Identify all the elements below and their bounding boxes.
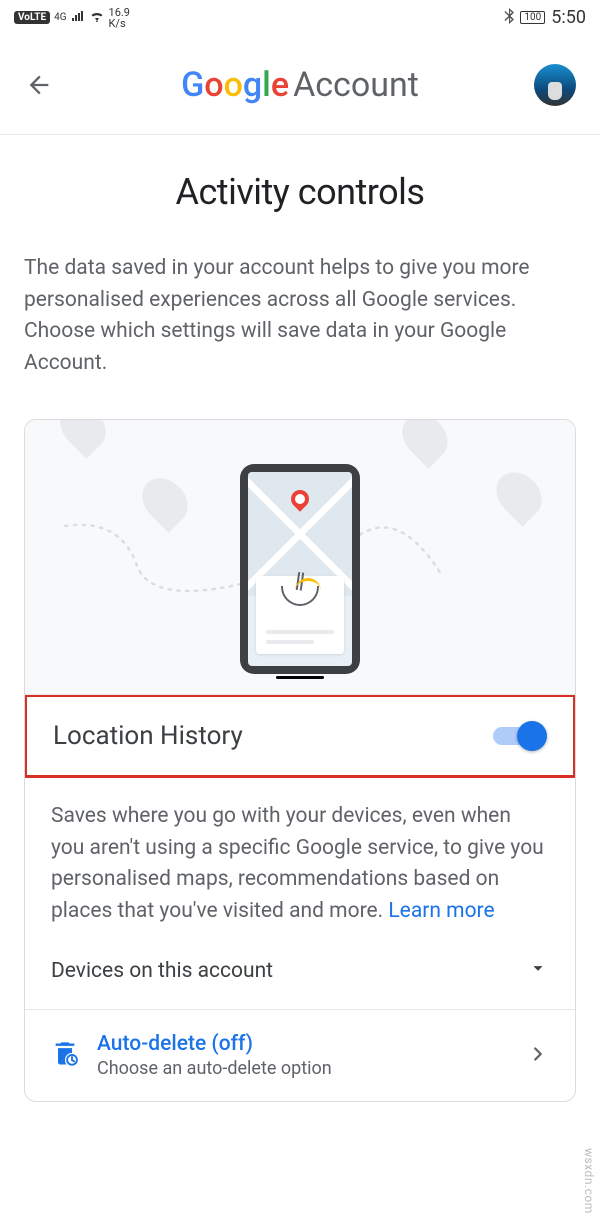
status-bar-right: 100 5:50 xyxy=(504,7,586,28)
location-history-toggle-section: Location History xyxy=(24,694,576,778)
avatar[interactable] xyxy=(534,64,576,106)
page-title: Activity controls xyxy=(24,171,576,213)
location-illustration xyxy=(25,420,575,695)
signal-icon xyxy=(71,10,85,26)
auto-delete-title: Auto-delete (off) xyxy=(97,1032,509,1056)
back-button[interactable] xyxy=(24,70,54,100)
map-pin-icon xyxy=(487,463,551,527)
food-bowl-icon xyxy=(281,586,319,606)
page-description: The data saved in your account helps to … xyxy=(24,253,576,379)
chevron-down-icon xyxy=(527,957,549,985)
map-pin-icon xyxy=(51,419,115,459)
account-label: Account xyxy=(293,65,419,105)
app-header: Google Account xyxy=(0,35,600,135)
map-pin-icon xyxy=(393,419,457,469)
network-type-label: 4G xyxy=(54,12,66,23)
location-history-card: Location History Saves where you go with… xyxy=(24,419,576,1102)
chevron-right-icon xyxy=(527,1043,549,1069)
auto-delete-icon xyxy=(51,1040,79,1072)
status-bar-left: VoLTE 4G 16.9 K/s xyxy=(14,7,130,29)
google-account-logo: Google Account xyxy=(181,65,419,105)
data-rate-value: 16.9 xyxy=(109,7,130,18)
bluetooth-icon xyxy=(504,8,514,28)
location-history-title: Location History xyxy=(53,721,243,751)
clock-time: 5:50 xyxy=(551,7,586,28)
location-history-toggle[interactable] xyxy=(493,721,547,751)
main-content: Activity controls The data saved in your… xyxy=(0,135,600,1102)
watermark: wsxdn.com xyxy=(582,1148,596,1214)
phone-illustration xyxy=(240,464,360,674)
auto-delete-row[interactable]: Auto-delete (off) Choose an auto-delete … xyxy=(25,1010,575,1101)
volte-badge: VoLTE xyxy=(14,11,50,24)
learn-more-link[interactable]: Learn more xyxy=(388,899,494,923)
location-history-description-section: Saves where you go with your devices, ev… xyxy=(25,777,575,1010)
devices-on-account-row[interactable]: Devices on this account xyxy=(51,957,549,985)
devices-label: Devices on this account xyxy=(51,959,273,983)
data-rate-unit: K/s xyxy=(109,18,130,29)
battery-icon: 100 xyxy=(520,11,545,24)
auto-delete-subtitle: Choose an auto-delete option xyxy=(97,1058,509,1079)
data-rate: 16.9 K/s xyxy=(109,7,130,29)
status-bar: VoLTE 4G 16.9 K/s 100 5:50 xyxy=(0,0,600,35)
wifi-icon xyxy=(89,10,105,26)
location-pin-icon xyxy=(287,486,312,511)
location-history-description: Saves where you go with your devices, ev… xyxy=(51,801,549,927)
